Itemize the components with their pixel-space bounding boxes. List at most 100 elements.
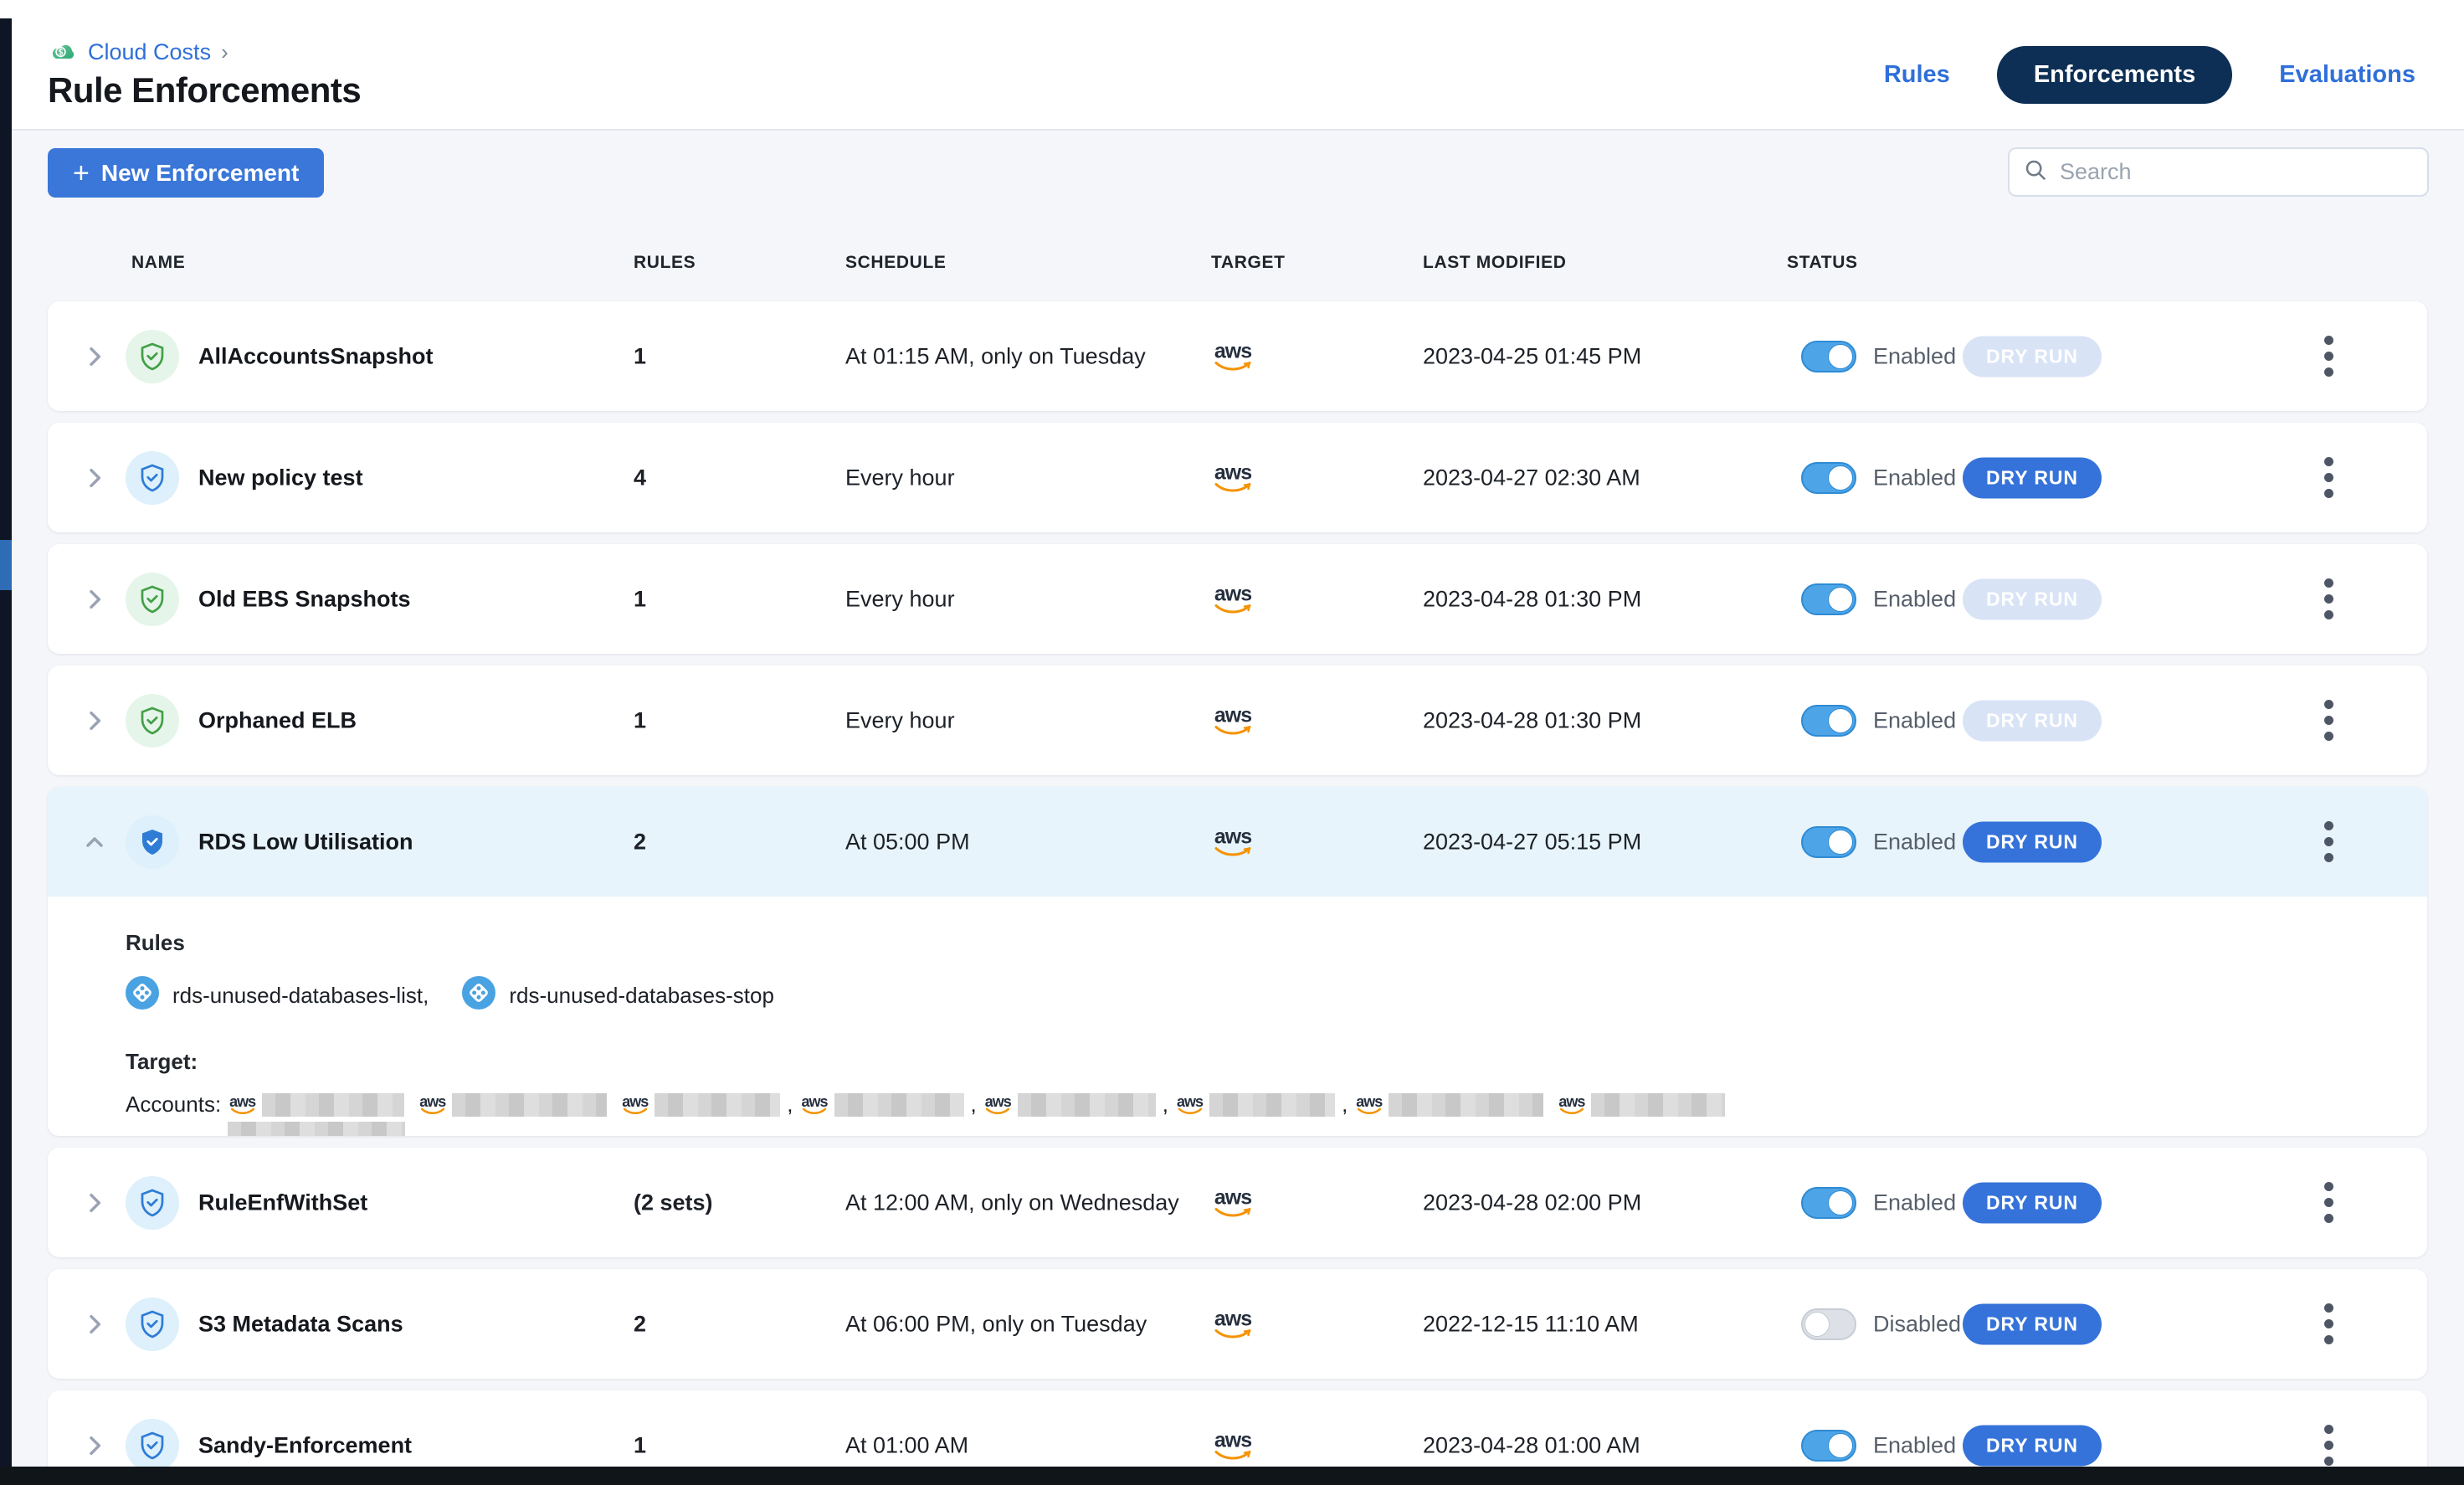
table-row: Orphaned ELB 1 Every hour aws 2023-04-28… xyxy=(48,665,2427,775)
dry-run-badge: DRY RUN xyxy=(1963,1425,2102,1466)
rules-chip-list: rds-unused-databases-list, rds-unused-da… xyxy=(126,976,2427,1015)
expanded-row-header: RDS Low Utilisation 2 At 05:00 PM aws 20… xyxy=(48,787,2427,897)
last-modified: 2023-04-28 01:00 AM xyxy=(1423,1432,1640,1458)
shield-check-icon xyxy=(126,1419,179,1472)
rules-count: 4 xyxy=(634,465,646,491)
shield-check-icon xyxy=(126,815,179,869)
collapsed-sidebar-strip xyxy=(0,18,12,1467)
enabled-toggle[interactable] xyxy=(1801,1430,1856,1462)
window-bottom-edge xyxy=(0,1467,2464,1485)
aws-logo-icon: aws xyxy=(1214,462,1252,493)
status-cell: Enabled DRY RUN xyxy=(1801,337,2161,377)
last-modified: 2022-12-15 11:10 AM xyxy=(1423,1311,1639,1337)
aws-logo-icon: aws xyxy=(1214,341,1252,372)
kebab-menu-icon[interactable] xyxy=(2312,455,2345,501)
rules-count: 1 xyxy=(634,707,646,733)
table-row: AllAccountsSnapshot 1 At 01:15 AM, only … xyxy=(48,301,2427,411)
enabled-toggle[interactable] xyxy=(1801,826,1856,858)
enabled-toggle[interactable] xyxy=(1801,583,1856,615)
search-input[interactable] xyxy=(2060,159,2414,185)
enabled-toggle[interactable] xyxy=(1801,462,1856,494)
account-redacted: aws, xyxy=(985,1092,1168,1118)
enforcement-name: S3 Metadata Scans xyxy=(198,1311,403,1337)
enforcement-name: Old EBS Snapshots xyxy=(198,586,411,612)
rules-count: 2 xyxy=(634,1311,646,1337)
rules-section-label: Rules xyxy=(126,930,2427,956)
tab-evaluations[interactable]: Evaluations xyxy=(2279,61,2415,89)
account-redacted: aws, xyxy=(802,1092,977,1118)
toggle-label: Enabled xyxy=(1873,707,1956,733)
toggle-label: Enabled xyxy=(1873,1432,1956,1458)
schedule-text: Every hour xyxy=(845,465,955,491)
last-modified: 2023-04-28 01:30 PM xyxy=(1423,707,1641,733)
new-enforcement-button[interactable]: + New Enforcement xyxy=(48,148,324,198)
expand-chevron-icon[interactable] xyxy=(81,1311,108,1338)
expand-chevron-icon[interactable] xyxy=(81,586,108,613)
tab-rules[interactable]: Rules xyxy=(1884,61,1950,89)
col-name: NAME xyxy=(131,253,185,273)
expand-chevron-icon[interactable] xyxy=(81,465,108,491)
kebab-menu-icon[interactable] xyxy=(2312,576,2345,623)
last-modified: 2023-04-28 01:30 PM xyxy=(1423,586,1641,612)
account-redacted: aws xyxy=(229,1093,411,1117)
enforcement-name: Orphaned ELB xyxy=(198,707,357,733)
collapse-chevron-icon[interactable] xyxy=(81,829,108,856)
enabled-toggle[interactable] xyxy=(1801,341,1856,373)
search-box[interactable] xyxy=(2008,147,2429,197)
kebab-menu-icon[interactable] xyxy=(2312,333,2345,380)
cloud-dollar-icon: $ xyxy=(48,35,78,69)
schedule-text: Every hour xyxy=(845,586,955,612)
rule-name: rds-unused-databases-stop xyxy=(509,983,774,1009)
kebab-menu-icon[interactable] xyxy=(2312,1422,2345,1469)
table-row: Old EBS Snapshots 1 Every hour aws 2023-… xyxy=(48,544,2427,654)
view-tabs: Rules Enforcements Evaluations xyxy=(1884,18,2415,131)
breadcrumb-label[interactable]: Cloud Costs xyxy=(88,39,211,65)
rule-chip: rds-unused-databases-list, xyxy=(126,976,429,1015)
rule-enforcements-screen: $ Cloud Costs › Rule Enforcements Rules … xyxy=(0,0,2464,1485)
account-redacted: aws, xyxy=(1177,1092,1348,1118)
table-row: New policy test 4 Every hour aws 2023-04… xyxy=(48,423,2427,532)
toggle-label: Disabled xyxy=(1873,1311,1961,1337)
rule-icon xyxy=(126,976,159,1015)
aws-logo-icon: aws xyxy=(1214,583,1252,614)
status-cell: Enabled DRY RUN xyxy=(1801,458,2161,498)
kebab-menu-icon[interactable] xyxy=(2312,1179,2345,1226)
account-redacted: aws xyxy=(1356,1093,1550,1117)
enforcement-name: New policy test xyxy=(198,465,363,491)
status-cell: Enabled DRY RUN xyxy=(1801,579,2161,619)
breadcrumb[interactable]: $ Cloud Costs › xyxy=(48,35,228,69)
kebab-menu-icon[interactable] xyxy=(2312,819,2345,866)
last-modified: 2023-04-27 05:15 PM xyxy=(1423,829,1641,855)
dry-run-badge: DRY RUN xyxy=(1963,336,2102,377)
expand-chevron-icon[interactable] xyxy=(81,1432,108,1459)
schedule-text: At 05:00 PM xyxy=(845,829,970,855)
shield-check-icon xyxy=(126,451,179,505)
table-row-expanded: RDS Low Utilisation 2 At 05:00 PM aws 20… xyxy=(48,787,2427,1136)
toggle-label: Enabled xyxy=(1873,586,1956,612)
dry-run-badge: DRY RUN xyxy=(1963,457,2102,498)
kebab-menu-icon[interactable] xyxy=(2312,697,2345,744)
tab-enforcements[interactable]: Enforcements xyxy=(1997,46,2232,104)
expand-chevron-icon[interactable] xyxy=(81,1190,108,1216)
enabled-toggle[interactable] xyxy=(1801,705,1856,737)
status-cell: Enabled DRY RUN xyxy=(1801,1426,2161,1466)
kebab-menu-icon[interactable] xyxy=(2312,1301,2345,1348)
enforcement-name: RuleEnfWithSet xyxy=(198,1190,367,1215)
toggle-label: Enabled xyxy=(1873,343,1956,369)
enforcement-name: Sandy-Enforcement xyxy=(198,1432,412,1458)
enabled-toggle[interactable] xyxy=(1801,1187,1856,1219)
shield-check-icon xyxy=(126,330,179,383)
sidebar-scroll-thumb[interactable] xyxy=(0,540,12,590)
aws-logo-icon: aws xyxy=(1214,826,1252,857)
col-schedule: SCHEDULE xyxy=(845,253,947,273)
schedule-text: At 12:00 AM, only on Wednesday xyxy=(845,1190,1179,1215)
schedule-text: At 01:00 AM xyxy=(845,1432,968,1458)
expand-chevron-icon[interactable] xyxy=(81,343,108,370)
enabled-toggle[interactable] xyxy=(1801,1308,1856,1340)
shield-check-icon xyxy=(126,1176,179,1230)
status-cell: Enabled DRY RUN xyxy=(1801,822,2161,862)
dry-run-badge: DRY RUN xyxy=(1963,700,2102,741)
expand-chevron-icon[interactable] xyxy=(81,707,108,734)
breadcrumb-chevron-icon: › xyxy=(221,39,228,65)
enforcement-name: AllAccountsSnapshot xyxy=(198,343,434,369)
